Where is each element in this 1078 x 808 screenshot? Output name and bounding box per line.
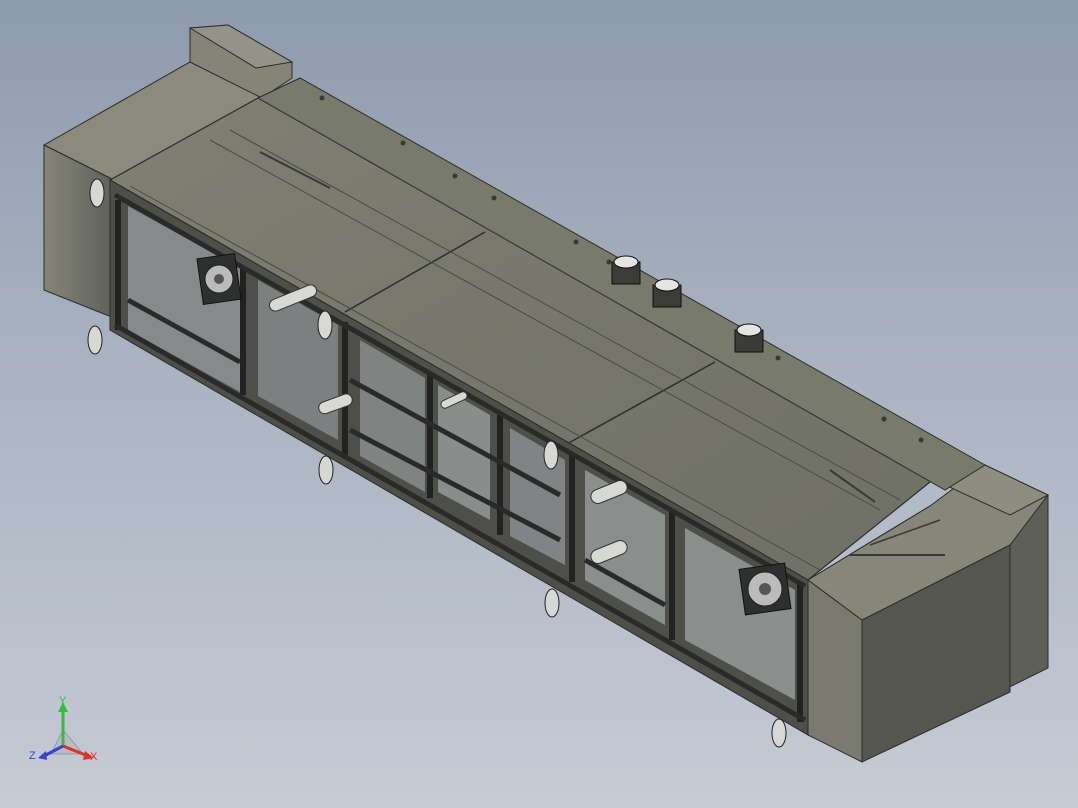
foot [318, 455, 334, 485]
foot [543, 440, 559, 470]
fan-left [196, 253, 242, 305]
foot [317, 310, 333, 340]
x-axis-label: X [90, 751, 98, 763]
motor-2 [652, 278, 682, 308]
foot [544, 588, 560, 618]
z-axis-label: Z [29, 750, 36, 762]
foot [89, 178, 105, 208]
motor-1 [611, 255, 641, 285]
foot [771, 718, 787, 748]
oven-conveyor-model[interactable] [0, 0, 1078, 808]
motor-3 [734, 323, 764, 353]
coordinate-triad: Y X Z [28, 696, 108, 772]
foot [87, 325, 103, 355]
cad-viewport[interactable]: Y X Z [0, 0, 1078, 808]
fan-right [738, 562, 792, 616]
y-axis-label: Y [59, 695, 67, 707]
